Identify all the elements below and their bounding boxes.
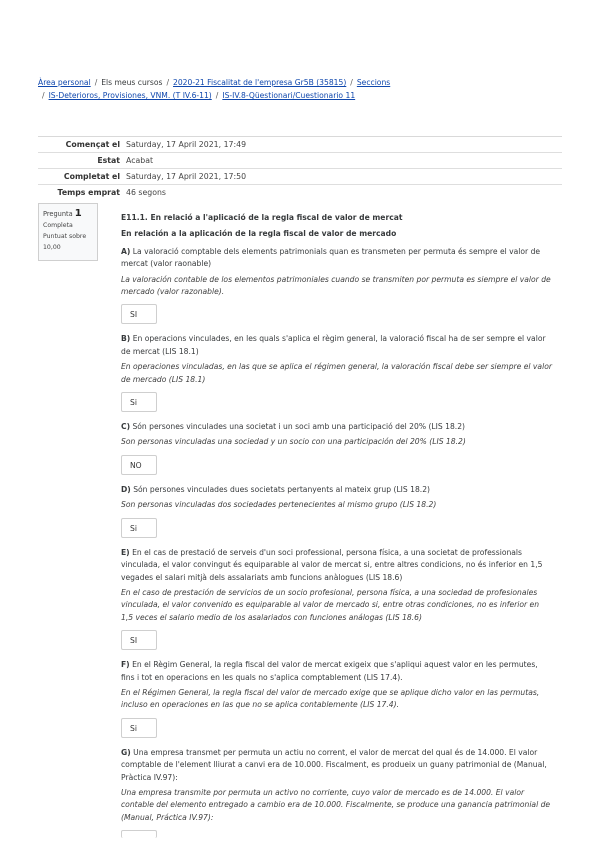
summary-value: Acabat — [126, 156, 154, 165]
statement-ca: B) En operacions vinculades, en les qual… — [121, 333, 553, 358]
question-number-value: 1 — [74, 208, 82, 219]
breadcrumb-link-topic[interactable]: IS-Deterioros, Provisiones, VNM. (T IV.6… — [49, 91, 212, 100]
statement-es: En operaciones vinculadas, en las que se… — [121, 362, 552, 384]
summary-label: Temps emprat — [57, 188, 120, 197]
item-letter: E) — [121, 547, 130, 557]
summary-row-time-taken: Temps emprat 46 segons — [38, 185, 562, 200]
item-letter: C) — [121, 422, 131, 432]
question-item-b: B) En operacions vinculades, en les qual… — [121, 333, 553, 413]
summary-label: Començat el — [65, 140, 120, 149]
breadcrumb: Àrea personal / Els meus cursos/2020-21 Fi… — [38, 76, 558, 102]
statement-es: Una empresa transmite por permuta un act… — [121, 787, 551, 822]
question-item-g: G) Una empresa transmet per permuta un a… — [121, 747, 553, 839]
breadcrumb-separator: / — [42, 91, 45, 100]
statement-ca-text: La valoració comptable dels elements pat… — [121, 246, 541, 269]
breadcrumb-separator: / — [215, 91, 219, 100]
summary-label: Estat — [97, 156, 120, 165]
item-letter: A) — [121, 246, 131, 256]
attempt-summary-table: Començat el Saturday, 17 April 2021, 17:… — [38, 136, 562, 200]
question-info-box: Pregunta 1 Completa Puntuat sobre 10,00 — [38, 203, 98, 261]
summary-row-completed: Completat el Saturday, 17 April 2021, 17… — [38, 169, 562, 185]
statement-ca: D) Són persones vinculades dues societat… — [121, 484, 553, 496]
question-item-c: C) Són persones vinculades una societat … — [121, 421, 553, 475]
question-content: E11.1. En relació a l'aplicació de la re… — [121, 212, 553, 839]
summary-row-state: Estat Acabat — [38, 153, 562, 169]
answer-field[interactable]: Si — [121, 517, 157, 538]
answer-field[interactable]: NO — [121, 454, 157, 475]
summary-label: Completat el — [63, 172, 120, 181]
item-letter: F) — [121, 660, 130, 670]
question-number: Pregunta 1 — [43, 208, 93, 220]
question-number-prefix: Pregunta — [43, 210, 73, 218]
statement-es: En el caso de prestación de servicios de… — [121, 587, 540, 622]
breadcrumb-separator: / — [350, 78, 353, 87]
item-letter: G) — [121, 747, 131, 757]
statement-ca-text: En el Règim General, la regla fiscal del… — [121, 660, 538, 682]
statement-ca-text: En operacions vinculades, en les quals s… — [121, 334, 546, 356]
statement-es: Son personas vinculadas dos sociedades p… — [121, 500, 437, 510]
answer-field[interactable]: Si — [121, 392, 157, 413]
question-item-e: E) En el cas de prestació de serveis d'u… — [121, 547, 553, 651]
question-subtitle: En relación a la aplicación de la regla … — [121, 229, 397, 239]
statement-ca: G) Una empresa transmet per permuta un a… — [121, 747, 553, 784]
answer-field[interactable]: SI — [121, 630, 157, 651]
breadcrumb-link-quiz[interactable]: IS-IV.8-Qüestionari/Cuestionario 11 — [222, 91, 355, 100]
question-item-a: A) La valoració comptable dels elements … — [121, 246, 553, 325]
statement-ca: E) En el cas de prestació de serveis d'u… — [121, 547, 553, 584]
statement-es: Son personas vinculadas una sociedad y u… — [121, 437, 466, 447]
breadcrumb-link-course[interactable]: 2020-21 Fiscalitat de l'empresa Gr5B (35… — [173, 78, 346, 87]
summary-value: 46 segons — [126, 188, 166, 197]
question-state: Completa — [43, 222, 73, 229]
item-letter: B) — [121, 334, 131, 344]
summary-value: Saturday, 17 April 2021, 17:50 — [126, 172, 247, 181]
statement-es: La valoración contable de los elementos … — [121, 274, 551, 297]
summary-value: Saturday, 17 April 2021, 17:49 — [126, 140, 247, 149]
statement-ca-text: Són persones vinculades una societat i u… — [132, 422, 466, 432]
answer-field[interactable]: Si — [121, 717, 157, 738]
answer-field[interactable] — [121, 830, 157, 839]
question-mark-label: Puntuat sobre — [43, 233, 87, 240]
breadcrumb-separator: / — [94, 78, 98, 87]
answer-field[interactable]: SI — [121, 304, 157, 325]
breadcrumb-link-sections[interactable]: Seccions — [357, 78, 390, 87]
statement-ca: A) La valoració comptable dels elements … — [121, 246, 553, 271]
question-mark-value: 10,00 — [43, 244, 61, 251]
breadcrumb-item-my-courses: Els meus cursos — [101, 78, 163, 87]
statement-ca: F) En el Règim General, la regla fiscal … — [121, 659, 553, 684]
statement-es: En el Régimen General, la regla fiscal d… — [121, 687, 540, 710]
breadcrumb-separator: / — [166, 78, 170, 87]
statement-ca-text: En el cas de prestació de serveis d'un s… — [121, 547, 543, 582]
statement-ca: C) Són persones vinculades una societat … — [121, 421, 553, 433]
summary-row-started: Començat el Saturday, 17 April 2021, 17:… — [38, 137, 562, 153]
question-item-d: D) Són persones vinculades dues societat… — [121, 484, 553, 538]
item-letter: D) — [121, 484, 131, 494]
question-title: E11.1. En relació a l'aplicació de la re… — [121, 213, 403, 222]
question-item-f: F) En el Règim General, la regla fiscal … — [121, 659, 553, 738]
statement-ca-text: Una empresa transmet per permuta un acti… — [121, 747, 547, 782]
breadcrumb-link-area-personal[interactable]: Àrea personal — [38, 78, 91, 87]
statement-ca-text: Són persones vinculades dues societats p… — [133, 484, 431, 494]
